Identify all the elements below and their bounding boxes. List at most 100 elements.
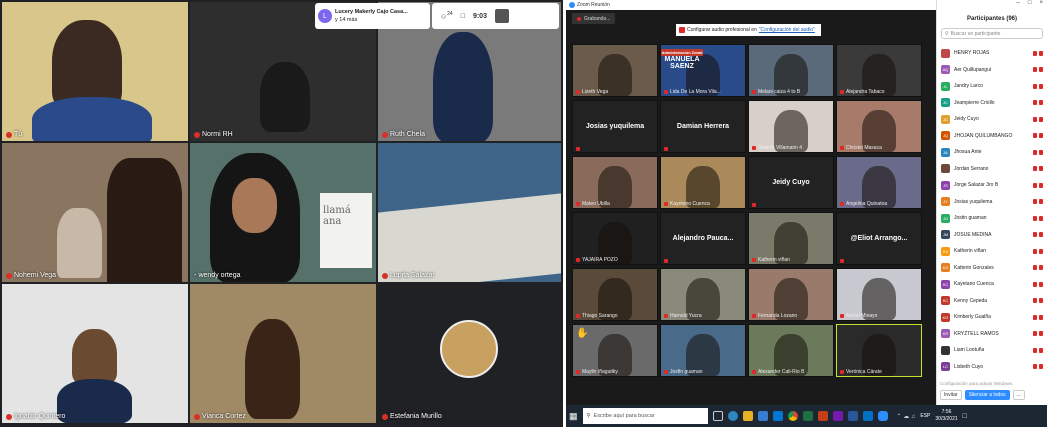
minimize-icon[interactable]: – (1017, 0, 1020, 8)
video-off-icon[interactable] (1039, 149, 1043, 155)
video-off-icon[interactable] (1039, 50, 1043, 56)
mic-off-icon[interactable] (1033, 364, 1037, 370)
powerpoint-icon[interactable] (817, 411, 828, 421)
video-tile[interactable]: Vianca Cortez (190, 284, 376, 423)
mic-off-icon[interactable] (1033, 133, 1037, 139)
video-off-icon[interactable] (1039, 232, 1043, 238)
zoom-video-tile[interactable]: Ainhel Minayo (836, 268, 922, 321)
mail-icon[interactable] (772, 411, 783, 421)
taskbar-clock[interactable]: 7:56 30/3/2021 (935, 409, 957, 423)
mic-off-icon[interactable] (1033, 50, 1037, 56)
participant-row[interactable]: JG Jostin guaman (937, 210, 1047, 227)
mic-off-icon[interactable] (1033, 83, 1037, 89)
mic-off-icon[interactable] (1033, 100, 1037, 106)
close-icon[interactable]: × (1039, 0, 1043, 8)
invite-button[interactable]: Invitar (940, 390, 962, 400)
mic-off-icon[interactable] (1033, 331, 1037, 337)
participant-row[interactable]: JQ JHOJAN QUILUMBANGO (937, 128, 1047, 145)
mic-off-icon[interactable] (1033, 199, 1037, 205)
edge-icon[interactable] (727, 411, 738, 421)
file-explorer-icon[interactable] (742, 411, 753, 421)
excel-icon[interactable] (802, 411, 813, 421)
task-view-icon[interactable] (712, 411, 723, 421)
participant-row[interactable]: Jordan Serrano (937, 161, 1047, 178)
banner-link[interactable]: "Configuración del audio" (759, 27, 815, 33)
zoom-video-tile[interactable]: Josias yuquilema (572, 100, 658, 153)
chrome-icon[interactable] (787, 411, 798, 421)
zoom-video-tile[interactable]: @Eliot Arrango... (836, 212, 922, 265)
mic-off-icon[interactable] (1033, 116, 1037, 122)
outlook-icon[interactable] (862, 411, 873, 421)
video-off-icon[interactable] (1039, 364, 1043, 370)
video-tile[interactable]: Estefania Murillo (378, 284, 561, 423)
zoom-video-tile[interactable]: Lizeth Vega (572, 44, 658, 97)
video-off-icon[interactable] (1039, 83, 1043, 89)
zoom-video-tile[interactable]: Christel Masaca (836, 100, 922, 153)
participant-row[interactable]: JL Jandry Larco (937, 78, 1047, 95)
participant-row[interactable]: HENRY ROJAS (937, 45, 1047, 62)
zoom-video-tile[interactable]: Alejandro Pauca... (660, 212, 746, 265)
video-tile[interactable]: Tú (2, 2, 188, 141)
mic-off-icon[interactable] (1033, 314, 1037, 320)
video-off-icon[interactable] (1039, 199, 1043, 205)
mic-off-icon[interactable] (1033, 232, 1037, 238)
video-off-icon[interactable] (1039, 67, 1043, 73)
video-off-icon[interactable] (1039, 331, 1043, 337)
chat-icon[interactable]: □ (461, 13, 465, 20)
people-icon[interactable]: ☺24 (440, 11, 453, 20)
zoom-video-tile[interactable]: Angelina Quinatoa (836, 156, 922, 209)
video-off-icon[interactable] (1039, 281, 1043, 287)
mute-all-button[interactable]: Silenciar a todos (964, 390, 1010, 400)
mic-off-icon[interactable] (1033, 298, 1037, 304)
video-off-icon[interactable] (1039, 265, 1043, 271)
participant-row[interactable]: AQ Aer Quillupangui (937, 62, 1047, 79)
zoom-video-tile[interactable]: Harnold Yucra (660, 268, 746, 321)
video-tile[interactable]: Lupita Salazar (378, 143, 561, 282)
mic-off-icon[interactable] (1033, 248, 1037, 254)
zoom-video-tile[interactable]: Jeidy Cuyo (748, 156, 834, 209)
zoom-video-tile[interactable]: Fernanda Lozano (748, 268, 834, 321)
taskbar-search[interactable]: ⚲ Escribe aquí para buscar (582, 408, 708, 424)
video-off-icon[interactable] (1039, 248, 1043, 254)
mic-off-icon[interactable] (1033, 215, 1037, 221)
zoom-video-tile[interactable]: YAJAIRA POZO (572, 212, 658, 265)
recording-indicator[interactable]: Grabando... (572, 13, 616, 24)
zoom-video-tile[interactable]: Damian Herrera (660, 100, 746, 153)
notification-chip[interactable]: L Lucery Makerly Cajo Casa... y 14 más (315, 3, 430, 29)
word-icon[interactable] (847, 411, 858, 421)
participant-row[interactable]: JA Jhosua Ante (937, 144, 1047, 161)
participant-row[interactable]: Liam Lootuña (937, 342, 1047, 359)
zoom-video-tile[interactable]: Sharick Villamarin 4 (748, 100, 834, 153)
video-off-icon[interactable] (1039, 298, 1043, 304)
zoom-video-tile[interactable]: Alexander Cali-Rio B (748, 324, 834, 377)
onenote-icon[interactable] (832, 411, 843, 421)
language-indicator[interactable]: ESP (920, 413, 930, 419)
participant-row[interactable]: KR KRYZTELL RAMOS (937, 326, 1047, 343)
more-button[interactable]: ... (1012, 390, 1025, 400)
zoom-video-tile[interactable]: ✋ Maylin Iñaguitky (572, 324, 658, 377)
zoom-video-tile[interactable]: Administración Zonal MANUELA SAENZ Lida De … (660, 44, 746, 97)
zoom-video-tile[interactable]: Verónica Cárate (836, 324, 922, 377)
video-off-icon[interactable] (1039, 116, 1043, 122)
zoom-video-tile[interactable]: Katherin viñan (748, 212, 834, 265)
participant-row[interactable]: JY Josias yuquilema (937, 194, 1047, 211)
notifications-icon[interactable]: □ (963, 413, 967, 420)
audio-banner[interactable]: Configurar audio profesional en "Configu… (676, 24, 821, 36)
video-off-icon[interactable] (1039, 347, 1043, 353)
windows-start-icon[interactable]: ▦ (569, 411, 578, 422)
zoom-video-tile[interactable]: Alejandra Tabaco (836, 44, 922, 97)
participant-row[interactable]: JS Jorge Salazar 3ro B (937, 177, 1047, 194)
zoom-video-tile[interactable]: Josfin guaman (660, 324, 746, 377)
video-off-icon[interactable] (1039, 215, 1043, 221)
video-tile[interactable]: Ignacio Quintero (2, 284, 188, 423)
zoom-taskbar-icon[interactable] (877, 411, 888, 421)
video-off-icon[interactable] (1039, 314, 1043, 320)
video-off-icon[interactable] (1039, 100, 1043, 106)
participant-row[interactable]: JM JOSUE MEDINA (937, 227, 1047, 244)
video-off-icon[interactable] (1039, 133, 1043, 139)
participant-row[interactable]: KC Kenny Cepeda (937, 293, 1047, 310)
mic-off-icon[interactable] (1033, 347, 1037, 353)
zoom-video-tile[interactable]: Kayetano Cuenca (660, 156, 746, 209)
participant-row[interactable]: LC Lisbeth Cuyo (937, 359, 1047, 376)
mic-off-icon[interactable] (1033, 182, 1037, 188)
